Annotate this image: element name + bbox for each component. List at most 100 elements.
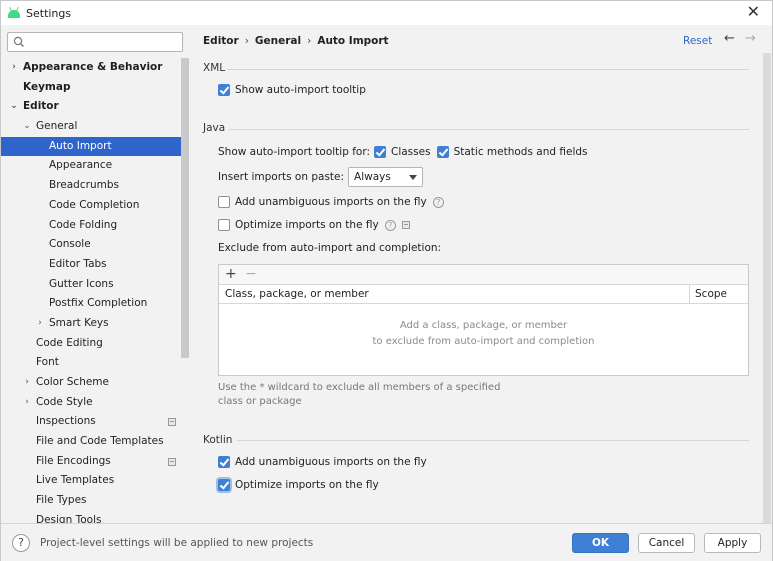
static-members-checkbox[interactable] <box>436 146 449 158</box>
sidebar-item-label: File Encodings <box>36 454 111 467</box>
sidebar-item-label: Color Scheme <box>36 376 109 388</box>
sidebar-item-design-tools[interactable]: Design Tools <box>1 511 181 523</box>
sidebar-item-code-completion[interactable]: Code Completion <box>1 196 181 216</box>
chevron-right-icon[interactable]: › <box>9 58 19 78</box>
sidebar-item-appearance-behavior[interactable]: › Appearance & Behavior <box>1 58 181 78</box>
title-bar: Settings ✕ <box>1 1 772 25</box>
chevron-right-icon[interactable]: › <box>22 393 32 413</box>
sidebar-item-breadcrumbs[interactable]: Breadcrumbs <box>1 176 181 196</box>
help-icon[interactable]: ? <box>384 219 396 231</box>
insert-on-paste-dropdown[interactable]: Always <box>348 167 424 187</box>
sidebar-item-general[interactable]: ⌄ General <box>1 117 181 137</box>
help-icon[interactable]: ? <box>432 196 444 208</box>
sidebar-item-label: Editor <box>23 100 59 113</box>
kotlin-add-unambiguous-row[interactable]: Add unambiguous imports on the fly <box>218 456 427 468</box>
sidebar-item-editor-tabs[interactable]: Editor Tabs <box>1 255 181 275</box>
static-members-label: Static methods and fields <box>453 146 588 158</box>
sidebar-item-code-folding[interactable]: Code Folding <box>1 216 181 236</box>
apply-button[interactable]: Apply <box>704 533 761 553</box>
java-add-unambiguous-checkbox[interactable] <box>218 196 230 208</box>
sidebar-item-postfix-completion[interactable]: Postfix Completion <box>1 294 181 314</box>
back-arrow-icon[interactable]: ← <box>724 31 735 46</box>
sidebar-item-label: Postfix Completion <box>49 297 148 310</box>
sidebar-item-inspections[interactable]: Inspections <box>1 412 181 432</box>
sidebar-item-label: File Types <box>36 494 87 507</box>
sidebar-item-font[interactable]: Font <box>1 353 181 373</box>
dialog-footer: ? Project-level settings will be applied… <box>1 523 772 561</box>
xml-show-tooltip-checkbox[interactable] <box>218 84 230 96</box>
sidebar-item-label: Code Style <box>36 395 93 408</box>
classes-label: Classes <box>391 146 431 158</box>
breadcrumb-editor[interactable]: Editor <box>203 35 239 47</box>
sidebar-item-color-scheme[interactable]: › Color Scheme <box>1 373 181 393</box>
cancel-button[interactable]: Cancel <box>638 533 695 553</box>
java-optimize-imports-checkbox[interactable] <box>218 219 230 231</box>
sidebar-item-label: Appearance & Behavior <box>23 61 163 73</box>
content-scrollbar[interactable] <box>763 53 771 523</box>
sidebar-item-label: File and Code Templates <box>36 435 164 448</box>
java-tooltip-for-row: Show auto-import tooltip for: Classes St… <box>218 146 588 158</box>
breadcrumb-general[interactable]: General <box>255 35 301 47</box>
java-optimize-imports-row[interactable]: Optimize imports on the fly ? <box>218 219 410 231</box>
kotlin-section-title: Kotlin <box>203 434 233 446</box>
table-toolbar: + − <box>219 265 748 285</box>
ok-button[interactable]: OK <box>572 533 629 553</box>
forward-arrow-icon[interactable]: → <box>745 31 756 46</box>
classes-checkbox[interactable] <box>374 146 386 158</box>
sidebar-scrollbar[interactable] <box>181 58 189 358</box>
search-field[interactable] <box>7 32 183 52</box>
chevron-right-icon[interactable]: › <box>22 373 32 393</box>
remove-icon[interactable]: − <box>245 266 257 283</box>
kotlin-add-unambiguous-checkbox[interactable] <box>218 456 230 468</box>
sidebar-item-console[interactable]: Console <box>1 235 181 255</box>
chevron-down-icon[interactable]: ⌄ <box>9 97 19 117</box>
sidebar-item-auto-import[interactable]: Auto Import <box>1 136 181 157</box>
sidebar-item-file-encodings[interactable]: File Encodings <box>1 452 181 472</box>
settings-window: Settings ✕ › Appearance & Behavior Keymap ⌄… <box>0 0 773 561</box>
insert-on-paste-row: Insert imports on paste: Always <box>218 167 424 187</box>
search-icon <box>13 36 24 47</box>
sidebar-item-gutter-icons[interactable]: Gutter Icons <box>1 275 181 295</box>
chevron-right-icon[interactable]: › <box>35 314 45 334</box>
sidebar-item-label: General <box>36 120 78 133</box>
sidebar-item-keymap[interactable]: Keymap <box>1 78 181 98</box>
xml-show-tooltip-row[interactable]: Show auto-import tooltip <box>218 84 366 96</box>
sidebar-item-code-style[interactable]: › Code Style <box>1 393 181 413</box>
tooltip-for-label: Show auto-import tooltip for: <box>218 146 370 158</box>
kotlin-optimize-imports-row[interactable]: Optimize imports on the fly <box>218 479 379 491</box>
breadcrumb-auto-import: Auto Import <box>317 35 389 47</box>
add-icon[interactable]: + <box>225 266 237 283</box>
java-section-title: Java <box>203 122 226 134</box>
sidebar-item-label: Console <box>49 238 91 251</box>
sidebar-item-label: Breadcrumbs <box>49 179 119 192</box>
insert-on-paste-value: Always <box>354 171 391 183</box>
breadcrumb: Editor › General › Auto Import <box>203 35 389 47</box>
xml-show-tooltip-label: Show auto-import tooltip <box>235 84 366 96</box>
sidebar-item-editor[interactable]: ⌄ Editor <box>1 97 181 117</box>
column-header-scope[interactable]: Scope <box>695 288 727 300</box>
sidebar-item-live-templates[interactable]: Live Templates <box>1 471 181 491</box>
column-divider[interactable] <box>689 285 690 304</box>
sidebar-item-file-and-code-templates[interactable]: File and Code Templates <box>1 432 181 452</box>
breadcrumb-separator: › <box>244 35 249 47</box>
search-input[interactable] <box>30 34 180 50</box>
sidebar-item-label: Auto Import <box>49 139 112 152</box>
sidebar-item-file-types[interactable]: File Types <box>1 491 181 511</box>
java-add-unambiguous-row[interactable]: Add unambiguous imports on the fly ? <box>218 196 444 208</box>
chevron-down-icon[interactable]: ⌄ <box>22 117 32 137</box>
sidebar-item-label: Code Editing <box>36 336 103 349</box>
project-level-icon <box>401 221 410 229</box>
column-header-class[interactable]: Class, package, or member <box>225 288 369 300</box>
kotlin-optimize-imports-checkbox[interactable] <box>218 479 230 491</box>
sidebar-item-appearance[interactable]: Appearance <box>1 156 181 176</box>
kotlin-optimize-imports-label: Optimize imports on the fly <box>235 479 379 491</box>
sidebar-item-code-editing[interactable]: Code Editing <box>1 334 181 354</box>
sidebar-item-label: Editor Tabs <box>49 257 107 270</box>
settings-content: Editor › General › Auto Import Reset ← → XML… <box>189 25 772 523</box>
reset-link[interactable]: Reset <box>683 35 712 47</box>
settings-tree: › Appearance & Behavior Keymap ⌄ Editor ⌄ Gene… <box>1 58 181 523</box>
project-level-icon <box>168 418 176 427</box>
help-button[interactable]: ? <box>12 534 30 552</box>
sidebar-item-smart-keys[interactable]: › Smart Keys <box>1 314 181 334</box>
close-icon[interactable]: ✕ <box>747 4 760 20</box>
